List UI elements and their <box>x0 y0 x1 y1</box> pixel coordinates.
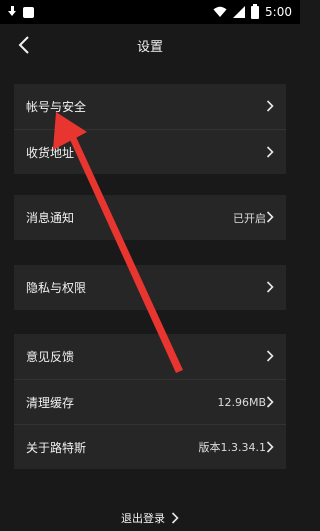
settings-group-account: 帐号与安全 收货地址 <box>14 84 286 174</box>
row-label: 帐号与安全 <box>26 100 87 114</box>
account-security-row[interactable]: 帐号与安全 <box>14 84 286 129</box>
chevron-right-icon <box>266 441 274 453</box>
chevron-right-icon <box>266 146 274 158</box>
about-row[interactable]: 关于路特斯 版本1.3.34.1 <box>14 424 286 469</box>
nav-bar: 设置 <box>0 24 300 66</box>
clear-cache-row[interactable]: 清理缓存 12.96MB <box>14 379 286 424</box>
download-icon <box>8 6 17 18</box>
row-label: 意见反馈 <box>26 350 75 364</box>
chevron-right-icon <box>266 396 274 408</box>
notifications-row[interactable]: 消息通知 已开启 <box>14 195 286 240</box>
battery-icon <box>251 3 260 19</box>
settings-group-misc: 意见反馈 清理缓存 12.96MB 关于路特斯 版本1.3.34.1 <box>14 334 286 469</box>
app-version: 版本1.3.34.1 <box>198 441 266 454</box>
row-label: 关于路特斯 <box>26 440 87 455</box>
chevron-right-icon <box>266 100 274 112</box>
cache-size: 12.96MB <box>217 395 266 409</box>
privacy-permissions-row[interactable]: 隐私与权限 <box>14 265 286 310</box>
chevron-right-icon <box>171 512 179 524</box>
status-bar: 5:00 <box>0 0 300 24</box>
logout-label: 退出登录 <box>121 512 165 525</box>
row-label: 收货地址 <box>26 145 75 160</box>
shipping-address-row[interactable]: 收货地址 <box>14 129 286 174</box>
notifications-status: 已开启 <box>233 211 266 225</box>
signal-icon <box>233 6 246 18</box>
page-title: 设置 <box>136 40 163 55</box>
sd-card-icon <box>23 6 34 18</box>
row-label: 清理缓存 <box>26 395 75 410</box>
row-label: 消息通知 <box>26 211 75 225</box>
settings-group-notifications: 消息通知 已开启 <box>14 195 286 240</box>
wifi-icon <box>213 6 227 17</box>
row-label: 隐私与权限 <box>26 281 87 295</box>
chevron-right-icon <box>266 281 274 293</box>
chevron-right-icon <box>266 211 274 223</box>
chevron-right-icon <box>266 350 274 362</box>
feedback-row[interactable]: 意见反馈 <box>14 334 286 379</box>
status-time: 5:00 <box>265 5 292 19</box>
logout-button[interactable]: 退出登录 <box>0 510 300 526</box>
settings-group-privacy: 隐私与权限 <box>14 265 286 310</box>
